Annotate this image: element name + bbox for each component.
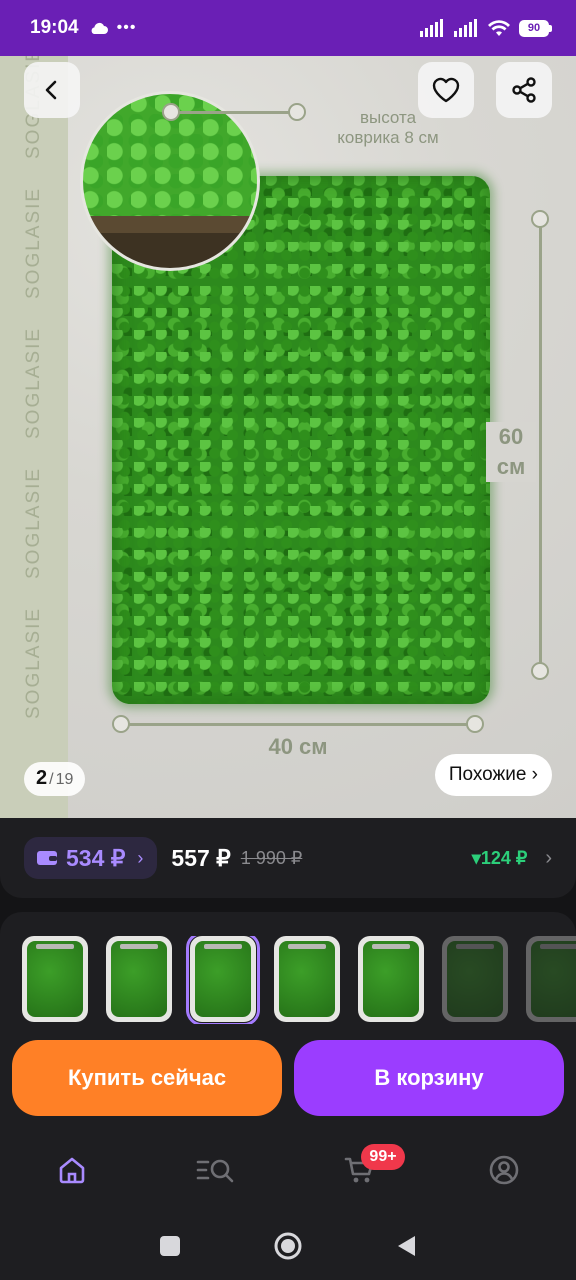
recent-apps-icon[interactable] — [159, 1235, 181, 1257]
wallet-price: 534 ₽ — [66, 844, 126, 871]
price-panel: 534 ₽ › 557 ₽ 1 990 ₽ ▾124 ₽ › — [0, 818, 576, 898]
cart-badge: 99+ — [361, 1144, 405, 1170]
thumbnail-image[interactable] — [274, 936, 340, 1022]
thumbnail-photo — [195, 941, 251, 1017]
cashback-value: ▾124 ₽ — [471, 847, 528, 868]
profile-icon — [489, 1155, 519, 1185]
tab-profile[interactable] — [469, 1142, 539, 1198]
chevron-right-icon: › — [545, 846, 552, 869]
favorite-button[interactable] — [418, 62, 474, 118]
thumbnail-image[interactable] — [186, 936, 260, 1024]
thumbnail-image[interactable] — [442, 936, 508, 1022]
battery-icon: 90 — [519, 19, 552, 37]
watermark-text: SOGLASIE — [23, 466, 44, 579]
home-icon — [59, 1157, 85, 1184]
page-total-sep: / — [49, 771, 54, 788]
add-to-cart-button[interactable]: В корзину — [294, 1040, 564, 1116]
cloud-icon — [91, 22, 108, 34]
page-total: 19 — [55, 771, 74, 788]
thumbnail-photo — [111, 941, 167, 1017]
heart-icon — [432, 77, 460, 103]
dimension-line — [122, 723, 474, 726]
similar-products-button[interactable]: Похожие › — [434, 754, 552, 796]
bottom-tab-bar: 99+ — [0, 1138, 576, 1202]
thumbnail-caption-bar — [288, 944, 326, 949]
status-bar: 19:04 ••• 90 — [0, 0, 576, 56]
wallet-icon — [37, 851, 57, 865]
app-screen: 19:04 ••• 90 SOGLASIE SOGLASIE SOGLASIE … — [0, 0, 576, 1280]
wifi-icon — [488, 20, 510, 36]
status-indicators: 90 — [419, 19, 552, 37]
action-buttons: Купить сейчас В корзину — [12, 1040, 564, 1116]
similar-label: Похожие › — [448, 764, 538, 785]
current-price: 557 ₽ — [171, 844, 231, 871]
dimension-line — [172, 111, 298, 114]
thumbnail-strip — [22, 936, 576, 1024]
thumbnail-photo — [27, 941, 83, 1017]
dimension-dot — [288, 103, 306, 121]
watermark-text: SOGLASIE — [23, 186, 44, 299]
status-time: 19:04 — [30, 17, 79, 38]
dimension-dot — [466, 715, 484, 733]
wallet-price-pill[interactable]: 534 ₽ › — [24, 837, 158, 879]
home-nav-icon[interactable] — [273, 1231, 303, 1261]
thumbnail-caption-bar — [36, 944, 74, 949]
old-price: 1 990 ₽ — [240, 847, 303, 868]
watermark-text: SOGLASIE — [23, 326, 44, 439]
thumbnail-caption-bar — [204, 944, 242, 949]
signal-icon — [420, 19, 443, 37]
catalog-search-icon — [196, 1159, 234, 1183]
system-nav-bar — [0, 1212, 576, 1280]
dimension-dot — [162, 103, 180, 121]
watermark-strip: SOGLASIE SOGLASIE SOGLASIE SOGLASIE SOGL… — [0, 56, 68, 818]
status-more-icon: ••• — [116, 19, 137, 36]
thumbnail-image[interactable] — [22, 936, 88, 1022]
watermark-text: SOGLASIE — [23, 606, 44, 719]
tab-catalog[interactable] — [181, 1142, 251, 1198]
thumbnail-caption-bar — [120, 944, 158, 949]
buy-now-button[interactable]: Купить сейчас — [12, 1040, 282, 1116]
width-dimension-label: 40 см — [268, 734, 328, 759]
battery-level: 90 — [519, 19, 549, 37]
signal-icon-2 — [454, 19, 477, 37]
tab-home[interactable] — [37, 1142, 107, 1198]
chevron-right-icon: › — [137, 847, 144, 868]
tab-cart[interactable]: 99+ — [325, 1142, 405, 1198]
share-icon — [512, 77, 536, 103]
thumbnail-image[interactable] — [526, 936, 576, 1022]
bottom-sheet: Купить сейчас В корзину 99+ — [0, 912, 576, 1280]
dimension-dot — [531, 210, 549, 228]
height-dimension-label: 60 см — [486, 422, 536, 482]
back-button[interactable] — [24, 62, 80, 118]
dimension-line — [539, 226, 542, 672]
page-current: 2 — [36, 767, 48, 789]
thumbnail-photo — [363, 941, 419, 1017]
cashback-info[interactable]: ▾124 ₽ › — [472, 847, 552, 870]
back-nav-icon[interactable] — [395, 1234, 417, 1258]
thumbnail-caption-bar — [372, 944, 410, 949]
chevron-left-icon — [45, 80, 57, 100]
thumbnail-image[interactable] — [106, 936, 172, 1022]
thumbnail-caption-bar — [456, 944, 494, 949]
dimension-dot — [531, 662, 549, 680]
product-image-gallery[interactable]: SOGLASIE SOGLASIE SOGLASIE SOGLASIE SOGL… — [0, 56, 576, 818]
thumbnail-caption-bar — [540, 944, 576, 949]
thumbnail-photo — [279, 941, 335, 1017]
share-button[interactable] — [496, 62, 552, 118]
thumbnail-photo — [531, 941, 576, 1017]
image-page-counter: 2 / 19 — [24, 762, 86, 796]
thumbnail-image[interactable] — [358, 936, 424, 1022]
thumbnail-photo — [447, 941, 503, 1017]
dimension-dot — [112, 715, 130, 733]
